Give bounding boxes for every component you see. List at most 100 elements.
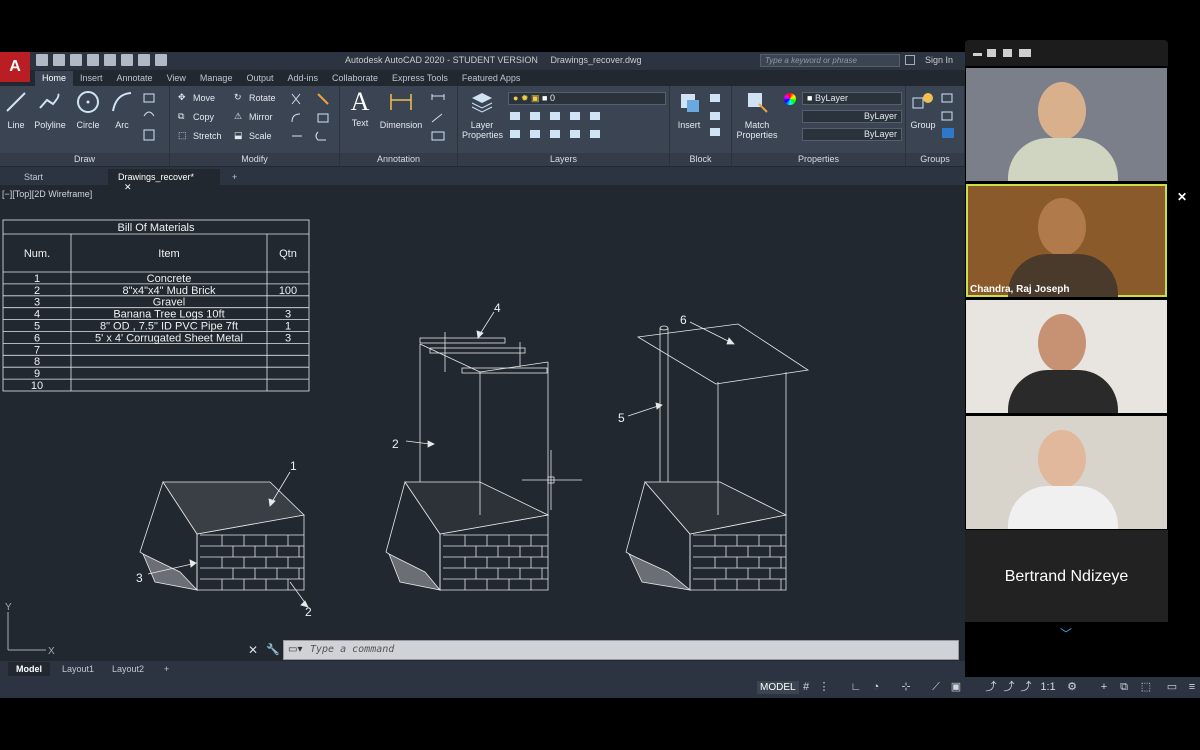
text-label: Text — [351, 118, 369, 128]
app-name: Autodesk AutoCAD 2020 - STUDENT VERSION — [345, 55, 538, 65]
snap-icon[interactable]: ⋮ — [818, 681, 830, 693]
ribbon-tab-home[interactable]: Home — [35, 71, 74, 86]
tab-start[interactable]: Start — [14, 169, 53, 185]
save-icon[interactable] — [70, 54, 82, 66]
layer-properties-button[interactable]: Layer Properties — [462, 90, 503, 140]
dimension-button[interactable]: Dimension — [378, 90, 424, 130]
stretch-button[interactable]: ⬚ Stretch — [178, 130, 222, 141]
draw-small-tools-icon[interactable] — [142, 92, 164, 144]
block-tools-icon[interactable] — [708, 92, 726, 140]
selection-icon[interactable]: ▣ — [950, 681, 962, 693]
text-button[interactable]: A Text — [348, 89, 372, 129]
ribbon-tab-annotate[interactable]: Annotate — [110, 71, 160, 86]
scale-value[interactable]: 1:1 — [1038, 681, 1058, 693]
line-button[interactable]: Line — [4, 90, 28, 130]
redo-icon[interactable] — [155, 54, 167, 66]
block-panel-title[interactable]: Block — [670, 153, 731, 166]
arc-button[interactable]: Arc — [108, 90, 136, 130]
participant-video-tile[interactable] — [966, 416, 1167, 529]
drawing-canvas[interactable]: Bill Of Materials Num. Item Qtn 1 Concrete 2 8"… — [0, 185, 965, 690]
insert-button[interactable]: Insert — [674, 90, 704, 130]
copy-button[interactable]: ⧉ Copy — [178, 111, 214, 122]
tab-drawing[interactable]: Drawings_recover* ✕ — [108, 169, 220, 192]
circle-button[interactable]: Circle — [74, 90, 102, 130]
layer-dropdown[interactable]: ● ✹ ▣ ■ 0 — [508, 92, 666, 105]
ribbon-tab-featured-apps[interactable]: Featured Apps — [455, 71, 528, 86]
tab-layout1[interactable]: Layout1 — [54, 662, 102, 676]
tab-model[interactable]: Model — [8, 662, 50, 676]
ribbon-tab-view[interactable]: View — [160, 71, 193, 86]
color-wheel-icon[interactable] — [784, 93, 796, 105]
undo-icon[interactable] — [138, 54, 150, 66]
groups-panel-title[interactable]: Groups — [906, 153, 964, 166]
mirror-button[interactable]: ⚠ Mirror — [234, 111, 273, 122]
participant-video-tile[interactable]: Chandra, Raj Joseph — [966, 184, 1167, 297]
ribbon-tab-express-tools[interactable]: Express Tools — [385, 71, 455, 86]
lineweight-icon[interactable]: ⟋ — [930, 681, 942, 693]
participant-video-tile[interactable] — [966, 300, 1167, 413]
sign-in-link[interactable]: Sign In — [925, 55, 953, 65]
save-as-icon[interactable] — [87, 54, 99, 66]
modify-small-tools-icon[interactable] — [288, 92, 336, 144]
callout-4: 4 — [494, 301, 501, 315]
search-input[interactable]: Type a keyword or phrase — [760, 54, 900, 67]
hardware-acceleration-icon[interactable]: ⬚ — [1140, 681, 1152, 693]
close-icon[interactable]: ✕ — [1177, 190, 1187, 204]
annotation-scale-icon[interactable]: ⤴ — [985, 681, 997, 693]
ribbon-tab-collaborate[interactable]: Collaborate — [325, 71, 385, 86]
grid-icon[interactable]: # — [800, 681, 812, 693]
print-icon[interactable] — [121, 54, 133, 66]
add-layout-button[interactable]: + — [156, 662, 177, 676]
model-space-toggle[interactable]: MODEL — [757, 681, 799, 694]
annotation-panel-title[interactable]: Annotation — [340, 153, 457, 166]
polyline-button[interactable]: Polyline — [32, 90, 68, 130]
ribbon-tab-manage[interactable]: Manage — [193, 71, 240, 86]
rotate-button[interactable]: ↻ Rotate — [234, 92, 276, 103]
tab-layout2[interactable]: Layout2 — [104, 662, 152, 676]
featured-participant[interactable]: Bertrand Ndizeye — [965, 530, 1168, 622]
web-icon[interactable] — [104, 54, 116, 66]
chevron-down-icon[interactable]: ﹀ — [1060, 625, 1072, 642]
annotation-small-tools-icon[interactable] — [428, 92, 452, 144]
autoscale-icon[interactable]: ⤴ — [1020, 681, 1032, 693]
move-button[interactable]: ✥ Move — [178, 92, 215, 103]
layers-panel-title[interactable]: Layers — [458, 153, 669, 166]
wrench-icon[interactable]: 🔧 — [266, 643, 280, 656]
new-icon[interactable] — [36, 54, 48, 66]
quick-access-toolbar — [36, 54, 167, 66]
lineweight-dropdown[interactable]: ByLayer — [802, 128, 902, 141]
command-line[interactable]: ▭▾ Type a command — [283, 640, 959, 660]
open-icon[interactable] — [53, 54, 65, 66]
group-tools-icon[interactable] — [940, 92, 960, 140]
properties-panel-title[interactable]: Properties — [732, 153, 905, 166]
new-tab-button[interactable]: + — [222, 169, 247, 185]
scale-button[interactable]: ⬓ Scale — [234, 130, 272, 141]
modify-panel-title[interactable]: Modify — [170, 153, 339, 166]
isolate-icon[interactable]: ⧉ — [1118, 681, 1130, 693]
workspace-gear-icon[interactable]: ⚙ — [1066, 681, 1078, 693]
strip-view-icon[interactable] — [1003, 49, 1012, 57]
draw-panel-title[interactable]: Draw — [0, 153, 169, 166]
ribbon-tab-output[interactable]: Output — [239, 71, 280, 86]
group-button[interactable]: Group — [908, 90, 938, 130]
speaker-view-icon[interactable] — [987, 49, 996, 57]
participant-video-tile[interactable] — [966, 68, 1167, 181]
ortho-icon[interactable]: ∟ — [850, 681, 862, 693]
plus-icon[interactable]: + — [1098, 681, 1110, 693]
close-command-icon[interactable]: ✕ — [248, 643, 258, 657]
layer-tools-icon[interactable] — [508, 110, 648, 142]
gallery-view-icon[interactable] — [1019, 49, 1031, 57]
match-properties-button[interactable]: Match Properties — [736, 90, 778, 140]
ribbon-tab-add-ins[interactable]: Add-ins — [280, 71, 325, 86]
binoculars-icon[interactable] — [905, 55, 915, 65]
annotation-visibility-icon[interactable]: ⤴ — [1003, 681, 1015, 693]
osnap-icon[interactable]: ⊹ — [900, 681, 912, 693]
linetype-dropdown[interactable]: ByLayer — [802, 110, 902, 123]
color-dropdown[interactable]: ■ ByLayer — [802, 92, 902, 105]
polar-icon[interactable]: ◔ — [870, 681, 882, 693]
minimize-icon[interactable] — [973, 53, 982, 56]
customize-icon[interactable]: ≡ — [1186, 681, 1198, 693]
ribbon-tab-insert[interactable]: Insert — [73, 71, 110, 86]
clean-screen-icon[interactable]: ▭ — [1166, 681, 1178, 693]
autocad-logo[interactable]: A — [0, 52, 30, 82]
